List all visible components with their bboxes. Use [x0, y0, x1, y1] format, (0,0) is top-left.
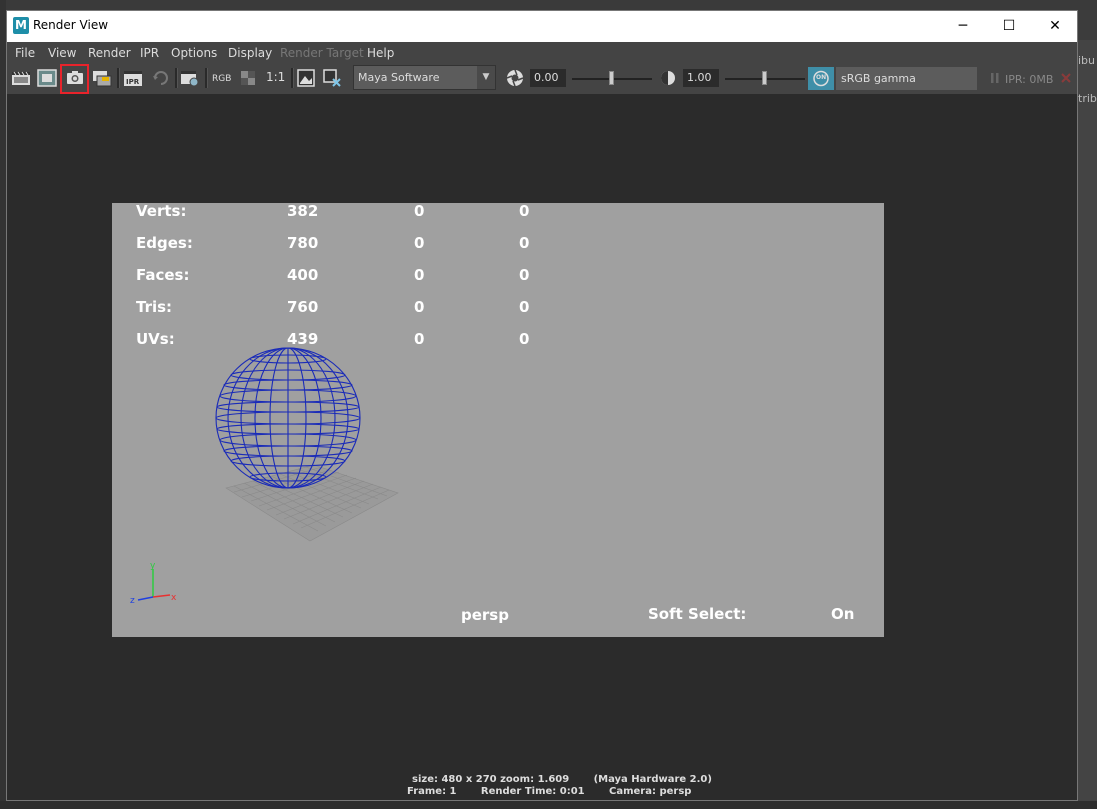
render-status-line-2: Frame: 1 Render Time: 0:01 Camera: persp: [407, 786, 692, 797]
hud-camera-name: persp: [461, 606, 509, 624]
menu-bar: File View Render IPR Options Display Ren…: [7, 42, 1077, 62]
hud-uvs-third: 0: [519, 330, 530, 348]
maximize-button[interactable]: ☐: [986, 11, 1032, 42]
background-timeline: [0, 801, 1097, 809]
hud-tris-selected: 0: [414, 298, 425, 316]
toolbar-separator: [175, 68, 178, 88]
chevron-down-icon: ▼: [477, 66, 495, 89]
hud-verts-third: 0: [519, 203, 530, 220]
background-attr-text: trib: [1078, 92, 1097, 105]
hud-edges-value: 780: [287, 234, 319, 252]
menu-view[interactable]: View: [48, 46, 76, 60]
axis-y-label: y: [150, 561, 156, 571]
hud-verts-label: Verts:: [136, 203, 187, 220]
real-size-button[interactable]: 1:1: [266, 70, 285, 84]
view-transform-field[interactable]: sRGB gamma: [836, 67, 977, 90]
menu-display[interactable]: Display: [228, 46, 272, 60]
ipr-memory-label: IPR: 0MB: [1005, 73, 1054, 86]
gamma-icon[interactable]: [658, 68, 678, 88]
menu-render[interactable]: Render: [88, 46, 131, 60]
rendered-image: Verts: 382 0 0 Edges: 780 0 0 Faces: 400…: [112, 203, 884, 637]
pause-ipr-icon[interactable]: [985, 68, 1005, 88]
menu-help[interactable]: Help: [367, 46, 394, 60]
exposure-aperture-icon[interactable]: [505, 68, 525, 88]
alpha-channel-icon[interactable]: [238, 68, 258, 88]
close-ipr-icon[interactable]: [1056, 68, 1076, 88]
menu-file[interactable]: File: [15, 46, 35, 60]
hud-verts-value: 382: [287, 203, 319, 220]
gamma-slider-handle[interactable]: [762, 71, 767, 85]
render-viewport[interactable]: Verts: 382 0 0 Edges: 780 0 0 Faces: 400…: [7, 94, 1077, 800]
wireframe-sphere: [215, 347, 361, 489]
hud-edges-label: Edges:: [136, 234, 193, 252]
color-management-toggle[interactable]: ON: [808, 67, 834, 90]
refresh-ipr-icon[interactable]: [151, 68, 171, 88]
background-attr-text: ibu: [1078, 54, 1096, 67]
close-button[interactable]: ✕: [1032, 11, 1078, 42]
background-app-bar: [0, 0, 1097, 10]
render-settings-icon[interactable]: [180, 68, 200, 88]
renderer-value: Maya Software: [358, 71, 440, 84]
toolbar-separator: [205, 68, 208, 88]
background-app-right: [1078, 40, 1097, 809]
view-transform-value: sRGB gamma: [841, 72, 916, 85]
hud-soft-select-label: Soft Select:: [648, 605, 747, 623]
hud-faces-selected: 0: [414, 266, 425, 284]
render-view-window: M Render View ─ ☐ ✕ File View Render IPR…: [6, 10, 1078, 801]
svg-text:IPR: IPR: [126, 78, 140, 86]
title-bar[interactable]: M Render View ─ ☐ ✕: [7, 11, 1077, 42]
ipr-render-icon[interactable]: IPR: [123, 68, 143, 88]
cm-on-badge: ON: [816, 74, 827, 81]
toolbar-separator: [291, 68, 294, 88]
hud-faces-label: Faces:: [136, 266, 190, 284]
menu-ipr[interactable]: IPR: [140, 46, 159, 60]
snapshot-highlight-box: [60, 64, 89, 94]
exposure-field[interactable]: 0.00: [530, 69, 566, 87]
render-region-icon[interactable]: [37, 68, 57, 88]
hud-edges-selected: 0: [414, 234, 425, 252]
exposure-slider-handle[interactable]: [609, 71, 614, 85]
gamma-field[interactable]: 1.00: [683, 69, 719, 87]
axis-gizmo: y x z: [130, 561, 177, 606]
render-sequence-icon[interactable]: [92, 68, 112, 88]
hud-uvs-label: UVs:: [136, 330, 175, 348]
toolbar: IPR RGB 1:1 Maya Software ▼ 0.00 1.00 ON…: [7, 62, 1077, 94]
hud-tris-third: 0: [519, 298, 530, 316]
menu-options[interactable]: Options: [171, 46, 217, 60]
hud-faces-value: 400: [287, 266, 319, 284]
rgb-channel-button[interactable]: RGB: [212, 74, 231, 84]
hud-tris-label: Tris:: [136, 298, 173, 316]
hud-edges-third: 0: [519, 234, 530, 252]
hud-tris-value: 760: [287, 298, 319, 316]
render-status-line-1: size: 480 x 270 zoom: 1.609 (Maya Hardwa…: [412, 774, 712, 785]
axis-x-label: x: [171, 593, 177, 603]
axis-z-label: z: [130, 596, 135, 606]
renderer-dropdown[interactable]: Maya Software ▼: [353, 65, 496, 90]
hud-soft-select-value: On: [831, 605, 855, 623]
window-title: Render View: [33, 18, 109, 32]
maya-logo-icon: M: [13, 17, 29, 34]
display-image-icon[interactable]: [296, 68, 316, 88]
minimize-button[interactable]: ─: [940, 11, 986, 42]
hud-faces-third: 0: [519, 266, 530, 284]
menu-render-target[interactable]: Render Target: [280, 46, 364, 60]
toolbar-separator: [117, 68, 120, 88]
redo-render-icon[interactable]: [11, 68, 31, 88]
hud-verts-selected: 0: [414, 203, 425, 220]
remove-image-icon[interactable]: [322, 68, 342, 88]
hud-uvs-selected: 0: [414, 330, 425, 348]
